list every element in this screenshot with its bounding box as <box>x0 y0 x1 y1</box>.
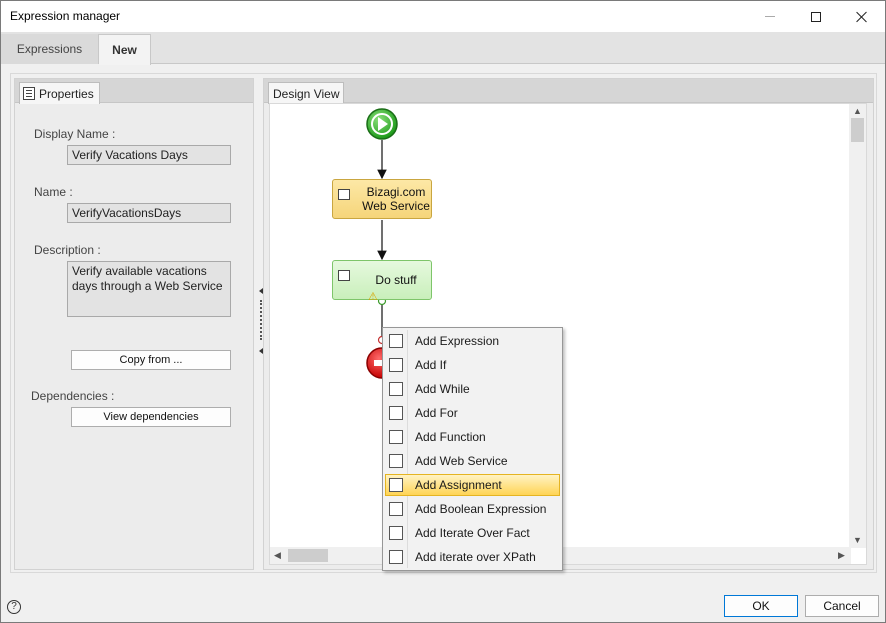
task-web-service[interactable]: Bizagi.com Web Service <box>332 179 432 219</box>
context-menu: Add Expression Add If Add While Add For … <box>382 327 563 571</box>
design-view-title: Design View <box>273 86 340 101</box>
cancel-button[interactable]: Cancel <box>805 595 879 617</box>
dependencies-label: Dependencies : <box>31 389 115 403</box>
scroll-up-icon[interactable]: ▲ <box>853 106 862 116</box>
task-do-stuff[interactable]: Do stuff ⚠ <box>332 260 432 303</box>
name-label: Name : <box>34 185 73 199</box>
help-icon[interactable]: ? <box>7 600 21 614</box>
display-name-field[interactable]: Verify Vacations Days <box>67 145 231 165</box>
web-service-icon <box>389 454 403 468</box>
properties-header: Properties <box>15 79 253 104</box>
description-field[interactable]: Verify available vacations days through … <box>67 261 231 317</box>
maximize-button[interactable] <box>793 1 839 32</box>
menu-item-add-if[interactable]: Add If <box>385 354 560 376</box>
task-label-line1: Bizagi.com <box>366 185 426 199</box>
splitter-grip <box>260 300 262 340</box>
menu-item-add-boolean-expression[interactable]: Add Boolean Expression <box>385 498 560 520</box>
menu-item-label: Add Expression <box>415 334 500 348</box>
task-label: Do stuff <box>375 273 417 287</box>
menu-item-label: Add If <box>415 358 447 372</box>
iterate-fact-icon <box>389 526 403 540</box>
task-label-line2: Web Service <box>362 199 430 213</box>
menu-item-add-for[interactable]: Add For <box>385 402 560 424</box>
menu-item-label: Add Assignment <box>415 478 502 492</box>
web-service-icon <box>338 189 350 200</box>
design-canvas[interactable]: Bizagi.com Web Service Do stuff ⚠ ▲ ▼ ◀ <box>269 103 867 565</box>
while-icon <box>389 382 403 396</box>
iterate-xpath-icon <box>389 550 403 564</box>
ok-button[interactable]: OK <box>724 595 798 617</box>
vertical-scrollbar[interactable]: ▲ ▼ <box>849 104 866 548</box>
menu-item-add-iterate-over-fact[interactable]: Add Iterate Over Fact <box>385 522 560 544</box>
tab-new[interactable]: New <box>99 34 151 65</box>
expression-manager-window: Expression manager Expressions New Prope… <box>0 0 886 623</box>
design-view-tab[interactable]: Design View <box>268 82 345 104</box>
task-label: Bizagi.com Web Service <box>359 185 433 213</box>
scroll-down-icon[interactable]: ▼ <box>853 535 862 545</box>
display-name-label: Display Name : <box>34 127 116 141</box>
menu-item-add-function[interactable]: Add Function <box>385 426 560 448</box>
tab-expressions[interactable]: Expressions <box>1 34 99 64</box>
menu-item-label: Add iterate over XPath <box>415 550 536 564</box>
scroll-right-icon[interactable]: ▶ <box>838 550 845 560</box>
title-bar: Expression manager <box>1 1 885 32</box>
design-view-header: Design View <box>264 79 873 104</box>
menu-item-label: Add For <box>415 406 458 420</box>
close-button[interactable] <box>839 1 885 32</box>
menu-item-label: Add Iterate Over Fact <box>415 526 530 540</box>
tab-strip: Expressions New <box>1 32 885 65</box>
horizontal-scroll-thumb[interactable] <box>288 549 328 562</box>
menu-item-add-web-service[interactable]: Add Web Service <box>385 450 560 472</box>
boolean-expression-icon <box>389 502 403 516</box>
maximize-icon <box>811 11 821 22</box>
name-field[interactable]: VerifyVacationsDays <box>67 203 231 223</box>
minimize-button[interactable] <box>747 1 793 32</box>
assignment-icon <box>389 478 403 492</box>
start-event[interactable] <box>366 108 398 140</box>
menu-item-label: Add Web Service <box>415 454 508 468</box>
view-dependencies-button[interactable]: View dependencies <box>71 407 231 427</box>
warning-icon: ⚠ <box>368 291 378 303</box>
properties-tab[interactable]: Properties <box>19 82 100 104</box>
expression-icon <box>338 270 350 281</box>
properties-icon <box>23 87 35 100</box>
design-view-panel: Design View Bizagi.com Web Service Do st… <box>263 78 874 570</box>
minimize-icon <box>765 16 775 17</box>
for-icon <box>389 406 403 420</box>
vertical-scroll-thumb[interactable] <box>851 118 864 142</box>
menu-item-add-iterate-over-xpath[interactable]: Add iterate over XPath <box>385 546 560 568</box>
menu-item-label: Add Boolean Expression <box>415 502 547 516</box>
function-icon <box>389 430 403 444</box>
copy-from-button[interactable]: Copy from ... <box>71 350 231 370</box>
menu-item-add-while[interactable]: Add While <box>385 378 560 400</box>
menu-item-add-expression[interactable]: Add Expression <box>385 330 560 352</box>
close-icon <box>856 11 868 23</box>
expression-icon <box>389 334 403 348</box>
properties-panel: Properties Display Name : Verify Vacatio… <box>14 78 254 570</box>
menu-item-label: Add Function <box>415 430 486 444</box>
if-icon <box>389 358 403 372</box>
menu-item-label: Add While <box>415 382 470 396</box>
menu-item-add-assignment[interactable]: Add Assignment <box>385 474 560 496</box>
properties-title: Properties <box>39 86 94 101</box>
scroll-left-icon[interactable]: ◀ <box>274 550 281 560</box>
window-title: Expression manager <box>10 9 121 23</box>
description-label: Description : <box>34 243 101 257</box>
